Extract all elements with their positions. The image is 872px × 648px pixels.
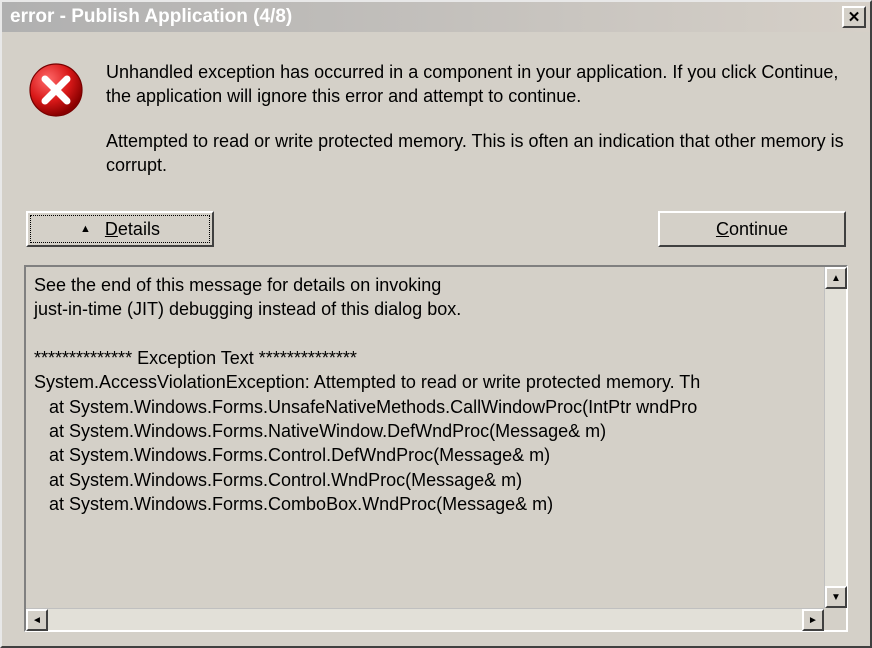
scroll-track-horizontal[interactable]	[48, 609, 802, 630]
error-dialog: error - Publish Application (4/8) ✕	[0, 0, 872, 648]
dialog-content: Unhandled exception has occurred in a co…	[2, 32, 870, 646]
collapse-arrow-icon: ▲	[80, 224, 91, 235]
scrollbar-corner	[824, 608, 846, 630]
details-button-label: Details	[105, 219, 160, 240]
scroll-up-button[interactable]: ▲	[825, 267, 847, 289]
scroll-down-button[interactable]: ▼	[825, 586, 847, 608]
message-secondary: Attempted to read or write protected mem…	[106, 129, 848, 178]
exception-text[interactable]: See the end of this message for details …	[26, 267, 824, 630]
scroll-right-button[interactable]: ►	[802, 609, 824, 631]
message-row: Unhandled exception has occurred in a co…	[24, 60, 848, 177]
continue-button-label: Continue	[716, 219, 788, 240]
close-button[interactable]: ✕	[842, 6, 866, 28]
continue-button[interactable]: Continue	[658, 211, 846, 247]
titlebar-text: error - Publish Application (4/8)	[10, 6, 842, 28]
message-text: Unhandled exception has occurred in a co…	[106, 60, 848, 177]
button-row: ▲ Details Continue	[24, 211, 848, 247]
details-button[interactable]: ▲ Details	[26, 211, 214, 247]
close-icon: ✕	[848, 8, 861, 26]
titlebar[interactable]: error - Publish Application (4/8) ✕	[2, 2, 870, 32]
scroll-left-button[interactable]: ◄	[26, 609, 48, 631]
details-pane: See the end of this message for details …	[24, 265, 848, 632]
error-icon	[28, 62, 84, 118]
horizontal-scrollbar[interactable]: ◄ ►	[26, 608, 824, 630]
scroll-track-vertical[interactable]	[825, 289, 846, 586]
vertical-scrollbar[interactable]: ▲ ▼	[824, 267, 846, 630]
message-primary: Unhandled exception has occurred in a co…	[106, 60, 848, 109]
